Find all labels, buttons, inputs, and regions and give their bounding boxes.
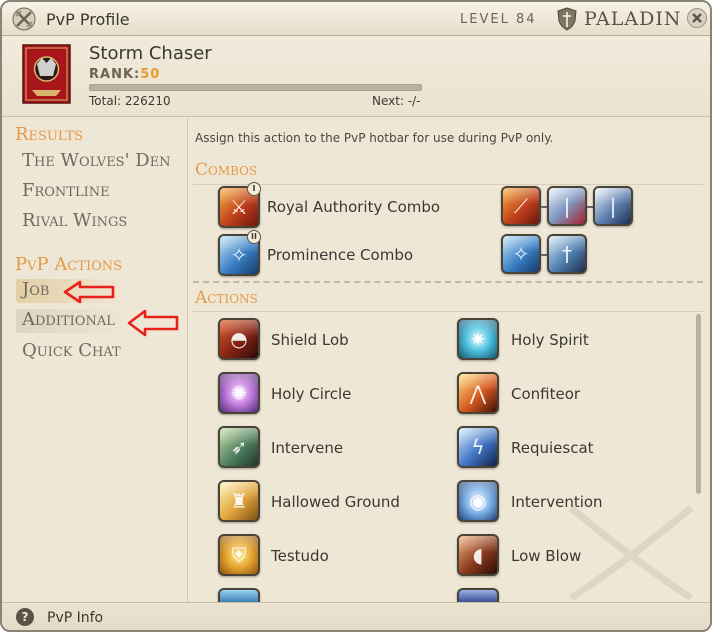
confiteor-icon[interactable]: ⋀ xyxy=(457,372,499,414)
player-name: Storm Chaser xyxy=(89,43,212,64)
swirl-glyph: ✧ xyxy=(512,242,530,266)
nav-item-rival-wings[interactable]: Rival Wings xyxy=(22,210,127,231)
combo-label: Prominence Combo xyxy=(267,246,414,264)
spikes-glyph: ⋀ xyxy=(469,381,487,405)
divider xyxy=(193,281,703,283)
shield-glyph: ◖ xyxy=(472,543,484,567)
holy-spirit-icon[interactable]: ✷ xyxy=(457,318,499,360)
nav-item-additional[interactable]: Additional xyxy=(16,309,128,333)
nav-item-wolves-den[interactable]: The Wolves' Den xyxy=(22,150,171,171)
level-label: LEVEL xyxy=(460,12,510,27)
figure-glyph: ♜ xyxy=(230,489,248,513)
royal-authority-icon[interactable]: ❘ xyxy=(593,186,633,226)
pvp-profile-window: PvP Profile LEVEL 84 PALADIN Storm Chase… xyxy=(0,0,712,632)
annotation-arrow-icon xyxy=(127,309,179,337)
nav-item-frontline[interactable]: Frontline xyxy=(22,180,110,201)
prominence-icon[interactable]: † xyxy=(547,234,587,274)
action-label: Requiescat xyxy=(511,439,594,457)
action-label: Holy Circle xyxy=(271,385,352,403)
action-label: Holy Spirit xyxy=(511,331,589,349)
combos-heading: Combos xyxy=(195,160,258,180)
intervention-icon[interactable]: ◉ xyxy=(457,480,499,522)
rank-label: RANK: xyxy=(89,67,141,82)
shield-lob-icon[interactable]: ◓ xyxy=(218,318,260,360)
level-indicator: LEVEL 84 xyxy=(460,12,537,27)
partial-action-icon[interactable] xyxy=(457,588,499,602)
action-label: Shield Lob xyxy=(271,331,349,349)
annotation-arrow-icon xyxy=(63,280,115,304)
action-label: Testudo xyxy=(271,547,329,565)
window-title: PvP Profile xyxy=(46,10,130,29)
partial-action-icon[interactable] xyxy=(218,588,260,602)
level-value: 84 xyxy=(515,12,537,27)
pvp-rank-emblem-icon xyxy=(22,44,71,104)
title-bar: PvP Profile LEVEL 84 PALADIN xyxy=(2,2,710,36)
total-points: Total: 226210 xyxy=(89,94,171,108)
crossed-swords-watermark-icon xyxy=(568,505,694,601)
rank-progress-fill xyxy=(90,85,421,90)
pvp-crossed-swords-icon xyxy=(12,7,36,31)
testudo-icon[interactable]: ⛨ xyxy=(218,534,260,576)
sword-glyph: † xyxy=(562,242,572,266)
combo-badge: II xyxy=(247,230,261,244)
low-blow-icon[interactable]: ◖ xyxy=(457,534,499,576)
action-label: Confiteor xyxy=(511,385,581,403)
shield-glyph: ◓ xyxy=(230,327,248,351)
fast-blade-icon[interactable]: ⟋ xyxy=(501,186,541,226)
star-glyph: ✺ xyxy=(230,381,248,405)
rank-progress-bar xyxy=(89,84,422,91)
hallowed-ground-icon[interactable]: ♜ xyxy=(218,480,260,522)
job-name: PALADIN xyxy=(584,8,682,30)
scrollbar[interactable] xyxy=(696,314,701,494)
nav-item-quick-chat[interactable]: Quick Chat xyxy=(22,340,121,361)
action-label: Hallowed Ground xyxy=(271,493,400,511)
footer: ? PvP Info xyxy=(2,602,710,630)
pvp-info-link[interactable]: PvP Info xyxy=(47,610,103,626)
rank-row: RANK:50 xyxy=(89,67,160,82)
actions-heading: Actions xyxy=(195,288,258,308)
blade-glyph: ❘ xyxy=(604,194,622,218)
rank-value: 50 xyxy=(140,67,161,82)
profile-header: Storm Chaser RANK:50 Total: 226210 Next:… xyxy=(2,37,710,117)
paladin-shield-icon xyxy=(557,7,577,31)
dash-glyph: ➶ xyxy=(230,435,248,459)
scrollbar-thumb[interactable] xyxy=(696,314,701,494)
intervene-icon[interactable]: ➶ xyxy=(218,426,260,468)
lightning-glyph: ϟ xyxy=(471,435,485,459)
divider xyxy=(193,184,703,185)
close-icon xyxy=(692,13,702,23)
combo-badge: I xyxy=(247,182,261,196)
burst-glyph: ✷ xyxy=(469,327,487,351)
action-label: Intervene xyxy=(271,439,344,457)
sidebar-nav: Results The Wolves' Den Frontline Rival … xyxy=(2,118,188,602)
blade-glyph: ❘ xyxy=(558,194,576,218)
shield-glyph: ⛨ xyxy=(231,543,247,567)
blade-glyph: ⟋ xyxy=(514,194,528,218)
total-eclipse-icon[interactable]: ✧ xyxy=(501,234,541,274)
assign-hint: Assign this action to the PvP hotbar for… xyxy=(195,131,554,145)
combo-label: Royal Authority Combo xyxy=(267,198,441,216)
pvp-actions-heading: PvP Actions xyxy=(15,254,123,275)
requiescat-icon[interactable]: ϟ xyxy=(457,426,499,468)
holy-circle-icon[interactable]: ✺ xyxy=(218,372,260,414)
riot-blade-icon[interactable]: ❘ xyxy=(547,186,587,226)
orb-glyph: ◉ xyxy=(469,489,487,513)
close-button[interactable] xyxy=(687,8,707,28)
actions-panel: Assign this action to the PvP hotbar for… xyxy=(189,118,710,602)
next-points: Next: -/- xyxy=(372,94,421,108)
divider xyxy=(193,311,703,312)
results-heading: Results xyxy=(15,124,84,145)
help-icon[interactable]: ? xyxy=(16,608,34,626)
